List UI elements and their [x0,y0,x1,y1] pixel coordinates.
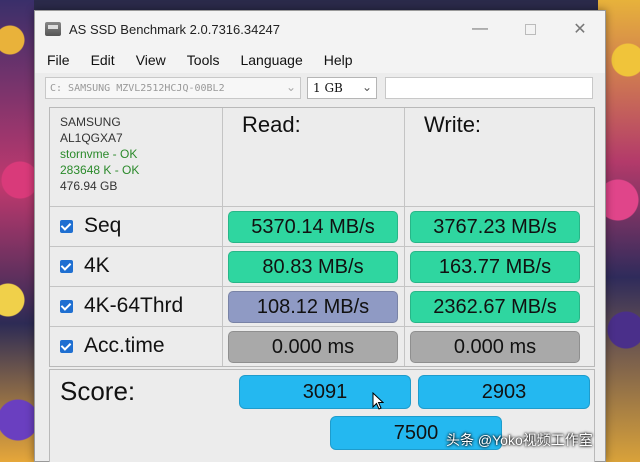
menu-language[interactable]: Language [240,52,302,68]
row-acc-time[interactable]: Acc.time [60,334,165,358]
grid-line [50,206,594,207]
write-score: 2903 [418,375,590,409]
row-label: Seq [84,214,122,237]
4k-64thrd-write-value: 2362.67 MB/s [410,291,580,323]
maximize-button[interactable] [505,11,555,47]
test-size-select[interactable]: 1 GB ⌄ [307,77,377,99]
seq-write-value: 3767.23 MB/s [410,211,580,243]
4k-64thrd-read-value: 108.12 MB/s [228,291,398,323]
grid-line [50,246,594,247]
grid-line [222,108,223,366]
acc-time-write-value: 0.000 ms [410,331,580,363]
score-label: Score: [60,376,136,406]
menu-tools[interactable]: Tools [187,52,220,68]
drive-info: SAMSUNG AL1QGXA7 stornvme - OK 283648 K … [60,114,139,194]
menu-file[interactable]: File [47,52,70,68]
row-label: 4K-64Thrd [84,294,184,317]
row-seq[interactable]: Seq [60,214,121,238]
alignment-status: 283648 K - OK [60,163,140,177]
drive-vendor: SAMSUNG [60,115,121,129]
mouse-cursor-icon [372,392,384,410]
as-ssd-window: AS SSD Benchmark 2.0.7316.34247 — ✕ File… [34,10,606,462]
close-button[interactable]: ✕ [555,11,605,47]
read-header: Read: [242,112,301,137]
grid-line [50,286,594,287]
background-art-left [0,0,34,462]
status-field [385,77,593,99]
drive-select-value: C: SAMSUNG MZVL2512HCJQ-00BL2 [50,82,225,94]
toolbar: C: SAMSUNG MZVL2512HCJQ-00BL2 ⌄ 1 GB ⌄ [35,73,605,103]
row-4k[interactable]: 4K [60,254,110,278]
minimize-button[interactable]: — [455,11,505,47]
4k-64thrd-checkbox[interactable] [60,299,73,313]
menu-bar: File Edit View Tools Language Help [35,47,605,73]
seq-checkbox[interactable] [60,219,73,233]
drive-select[interactable]: C: SAMSUNG MZVL2512HCJQ-00BL2 ⌄ [45,77,301,99]
menu-edit[interactable]: Edit [91,52,115,68]
row-label: 4K [84,254,110,277]
write-header: Write: [424,112,482,137]
menu-help[interactable]: Help [324,52,353,68]
title-bar[interactable]: AS SSD Benchmark 2.0.7316.34247 — ✕ [35,11,605,47]
chevron-down-icon: ⌄ [285,80,296,94]
maximize-icon [524,23,536,35]
grid-line [404,108,405,366]
results-grid: SAMSUNG AL1QGXA7 stornvme - OK 283648 K … [49,107,595,367]
watermark: 头条 @Yoko视频工作室 [446,432,593,448]
drive-capacity: 476.94 GB [60,179,118,193]
drive-firmware: AL1QGXA7 [60,131,123,145]
4k-write-value: 163.77 MB/s [410,251,580,283]
window-title: AS SSD Benchmark 2.0.7316.34247 [69,21,281,37]
seq-read-value: 5370.14 MB/s [228,211,398,243]
row-label: Acc.time [84,334,165,357]
acc-time-checkbox[interactable] [60,339,73,353]
menu-view[interactable]: View [136,52,166,68]
test-size-value: 1 GB [313,81,343,95]
read-score: 3091 [239,375,411,409]
driver-status: stornvme - OK [60,147,138,161]
row-4k-64thrd[interactable]: 4K-64Thrd [60,294,183,318]
grid-line [50,326,594,327]
app-icon [45,22,61,36]
acc-time-read-value: 0.000 ms [228,331,398,363]
4k-read-value: 80.83 MB/s [228,251,398,283]
4k-checkbox[interactable] [60,259,73,273]
chevron-down-icon: ⌄ [361,80,372,94]
